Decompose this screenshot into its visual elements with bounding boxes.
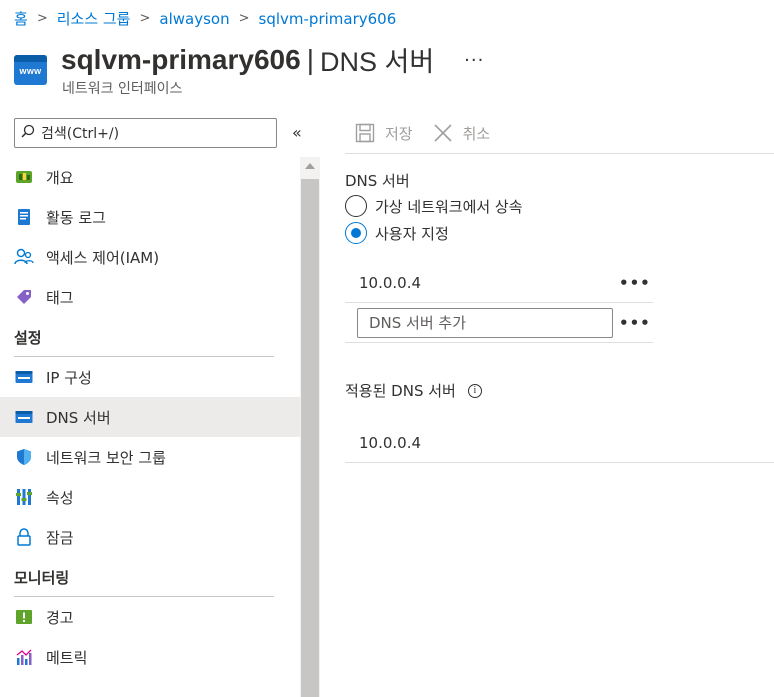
radio-button-custom[interactable]: [345, 222, 367, 244]
section-title-settings: 설정: [0, 317, 300, 357]
sidebar-item-label: 액세스 제어(IAM): [46, 248, 160, 267]
breadcrumb-resource-groups[interactable]: 리소스 그룹: [57, 8, 131, 29]
add-dns-server-input[interactable]: DNS 서버 추가: [357, 307, 613, 338]
sidebar-item-alerts[interactable]: 경고: [0, 597, 300, 637]
section-title-label: 모니터링: [14, 568, 70, 587]
lock-icon: [14, 527, 34, 547]
dns-server-add-row: DNS 서버 추가 •••: [345, 303, 653, 343]
sidebar-scrollbar[interactable]: [300, 157, 320, 697]
section-title-monitoring: 모니터링: [0, 557, 300, 597]
dns-server-row: 10.0.0.4 •••: [345, 263, 653, 303]
page-header: www sqlvm-primary606 | DNS 서버 ··· 네트워크 인…: [14, 40, 774, 100]
radio-button-inherit[interactable]: [345, 195, 367, 217]
breadcrumb-nic[interactable]: sqlvm-primary606: [259, 10, 397, 28]
iam-icon: [14, 247, 34, 267]
dns-servers-label: DNS 서버: [345, 172, 410, 190]
sidebar-item-iam[interactable]: 액세스 제어(IAM): [0, 237, 300, 277]
row-more-options-button[interactable]: •••: [619, 274, 651, 292]
metrics-icon: [14, 647, 34, 667]
cancel-label: 취소: [462, 124, 491, 143]
sidebar-item-label: IP 구성: [46, 368, 92, 387]
applied-dns-server-value: 10.0.0.4: [359, 433, 422, 452]
sidebar-item-label: 잠금: [46, 528, 74, 547]
tag-icon: [14, 287, 34, 307]
shield-icon: [14, 447, 34, 467]
network-interface-icon: www: [14, 55, 47, 85]
overview-icon: [14, 167, 34, 187]
title-separator: |: [306, 43, 314, 75]
sidebar-search-input[interactable]: 검색(Ctrl+/): [14, 118, 277, 148]
save-label: 저장: [385, 124, 413, 143]
sidebar-item-label: 경고: [46, 608, 74, 627]
sidebar-item-label: 네트워크 보안 그룹: [46, 448, 166, 467]
sidebar-item-label: 활동 로그: [46, 208, 106, 227]
command-bar: 저장 취소: [345, 113, 774, 154]
sidebar-item-activity-log[interactable]: 활동 로그: [0, 197, 300, 237]
applied-dns-server-row: 10.0.0.4: [345, 423, 774, 463]
sidebar-item-overview[interactable]: 개요: [0, 157, 300, 197]
alerts-icon: [14, 607, 34, 627]
sidebar-item-metrics[interactable]: 메트릭: [0, 637, 300, 677]
sidebar-item-nsg[interactable]: 네트워크 보안 그룹: [0, 437, 300, 477]
section-title-label: 설정: [14, 328, 42, 347]
sidebar-item-dns-servers[interactable]: DNS 서버: [0, 397, 300, 437]
resource-type-subtitle: 네트워크 인터페이스: [62, 81, 183, 97]
sidebar-item-tags[interactable]: 태그: [0, 277, 300, 317]
properties-icon: [14, 487, 34, 507]
applied-dns-servers-label: 적용된 DNS 서버 i: [345, 380, 482, 401]
save-button[interactable]: 저장: [355, 123, 413, 144]
sidebar-item-label: 태그: [46, 288, 74, 307]
sidebar-item-label: DNS 서버: [46, 408, 111, 427]
resource-name: sqlvm-primary606: [61, 43, 301, 75]
applied-dns-servers-label-text: 적용된 DNS 서버: [345, 382, 456, 400]
chevron-right-icon: >: [36, 11, 48, 26]
sidebar-item-label: 속성: [46, 488, 74, 507]
search-placeholder: 검색(Ctrl+/): [41, 126, 120, 142]
page-name: DNS 서버: [319, 47, 435, 77]
radio-inherit-label: 가상 네트워크에서 상속: [375, 197, 523, 216]
chevron-right-icon: >: [139, 11, 151, 26]
save-icon: [355, 123, 375, 143]
cancel-button[interactable]: 취소: [433, 123, 491, 144]
activity-log-icon: [14, 207, 34, 227]
breadcrumb-home[interactable]: 홈: [14, 8, 28, 29]
sidebar-item-locks[interactable]: 잠금: [0, 517, 300, 557]
sidebar: 검색(Ctrl+/) « 개요 활동 로그 액세스 제어(IAM) 태그 설정 …: [0, 113, 302, 697]
scroll-up-arrow-icon[interactable]: [305, 163, 315, 169]
breadcrumb: 홈 > 리소스 그룹 > alwayson > sqlvm-primary606: [14, 8, 396, 29]
sidebar-item-label: 개요: [46, 168, 74, 187]
sidebar-item-properties[interactable]: 속성: [0, 477, 300, 517]
search-icon: [21, 124, 35, 142]
sidebar-nav: 개요 활동 로그 액세스 제어(IAM) 태그 설정 IP 구성 DNS 서버 …: [0, 157, 300, 677]
row-more-options-button[interactable]: •••: [619, 314, 651, 332]
dns-server-icon: [14, 407, 34, 427]
page-title: sqlvm-primary606 | DNS 서버 ···: [61, 40, 484, 79]
dns-servers-form: DNS 서버 가상 네트워크에서 상속 사용자 지정 10.0.0.4 ••• …: [345, 170, 774, 463]
more-options-button[interactable]: ···: [464, 50, 484, 71]
breadcrumb-alwayson[interactable]: alwayson: [159, 10, 229, 28]
ip-config-icon: [14, 367, 34, 387]
info-icon[interactable]: i: [467, 383, 482, 398]
dns-server-value: 10.0.0.4: [359, 273, 422, 292]
radio-custom[interactable]: 사용자 지정: [345, 221, 774, 245]
add-dns-server-placeholder: DNS 서버 추가: [369, 314, 467, 332]
scrollbar-thumb[interactable]: [301, 179, 319, 697]
sidebar-item-ip-config[interactable]: IP 구성: [0, 357, 300, 397]
close-icon: [433, 123, 453, 143]
collapse-sidebar-button[interactable]: «: [292, 123, 302, 142]
chevron-right-icon: >: [238, 11, 250, 26]
network-interface-icon-text: www: [19, 66, 42, 76]
sidebar-item-label: 메트릭: [46, 648, 88, 667]
radio-custom-label: 사용자 지정: [375, 224, 449, 243]
radio-inherit[interactable]: 가상 네트워크에서 상속: [345, 194, 774, 218]
